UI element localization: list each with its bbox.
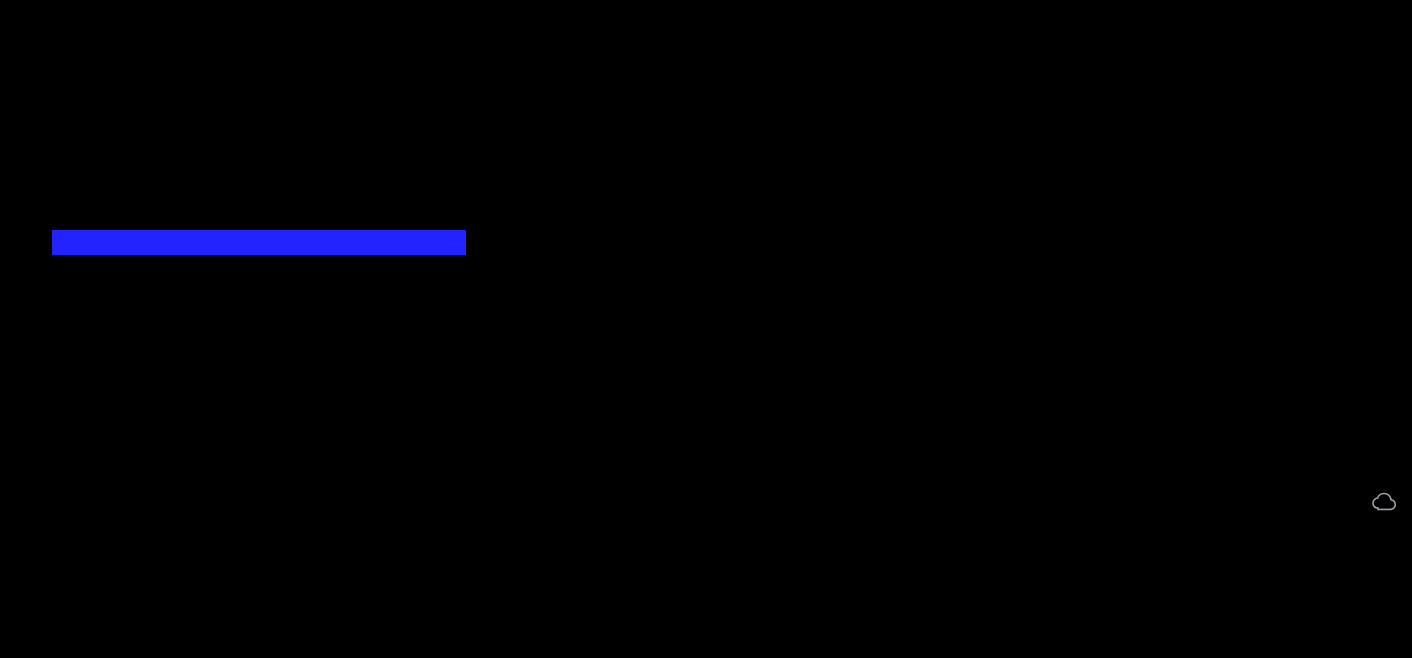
hdr-qps-tps-hit	[52, 230, 466, 255]
cloud-icon	[1370, 492, 1400, 512]
watermark	[1370, 492, 1406, 512]
terminal-output	[0, 86, 1412, 486]
column-header-row	[0, 343, 1412, 372]
group-header-row	[0, 229, 1412, 258]
